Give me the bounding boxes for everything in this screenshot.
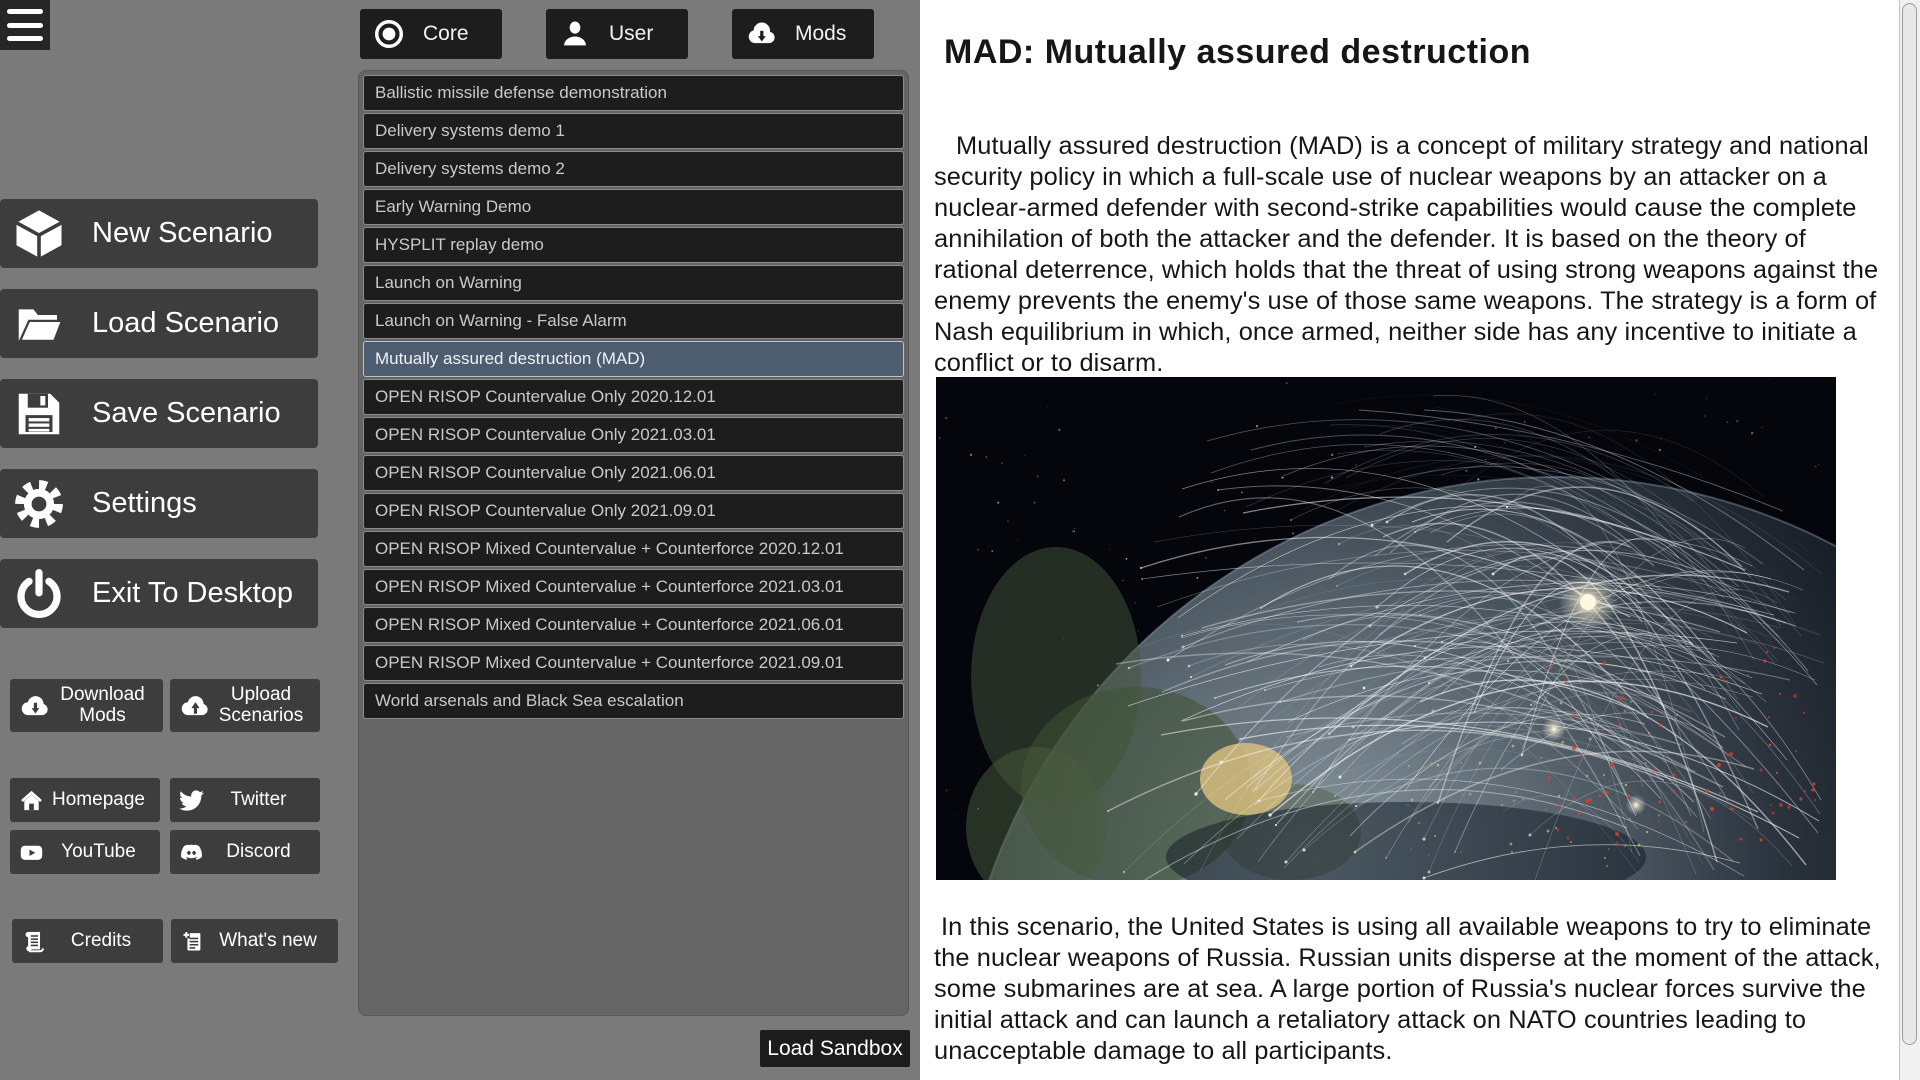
save-scenario-label: Save Scenario (92, 397, 281, 429)
new-scenario-label: New Scenario (92, 217, 273, 249)
list-item[interactable]: Ballistic missile defense demonstration (363, 75, 904, 111)
upload-scenarios-button[interactable]: Upload Scenarios (170, 679, 320, 732)
folder-open-icon (12, 297, 66, 351)
youtube-label: YouTube (61, 840, 136, 862)
exit-to-desktop-button[interactable]: Exit To Desktop (0, 559, 318, 628)
gear-icon (12, 477, 66, 531)
list-item-selected[interactable]: Mutually assured destruction (MAD) (363, 341, 904, 377)
homepage-label: Homepage (52, 788, 145, 810)
cloud-download-icon (745, 18, 777, 50)
load-scenario-label: Load Scenario (92, 307, 280, 339)
hamburger-icon (7, 8, 43, 14)
list-item[interactable]: Launch on Warning - False Alarm (363, 303, 904, 339)
tab-core-label: Core (423, 22, 469, 45)
list-item[interactable]: Early Warning Demo (363, 189, 904, 225)
credits-label: Credits (70, 929, 132, 951)
list-item[interactable]: OPEN RISOP Countervalue Only 2021.06.01 (363, 455, 904, 491)
upload-scenarios-label: Upload Scenarios (218, 683, 304, 726)
cloud-upload-icon (178, 690, 210, 722)
list-item[interactable]: OPEN RISOP Mixed Countervalue + Counterf… (363, 607, 904, 643)
list-item[interactable]: Delivery systems demo 2 (363, 151, 904, 187)
article-title: MAD: Mutually assured destruction (944, 33, 1532, 71)
twitter-icon (178, 787, 205, 814)
hamburger-menu-button[interactable] (0, 0, 50, 50)
homepage-button[interactable]: Homepage (10, 778, 160, 822)
tab-mods-label: Mods (795, 22, 847, 45)
list-item[interactable]: Delivery systems demo 1 (363, 113, 904, 149)
floppy-disk-icon (12, 387, 66, 441)
list-item[interactable]: OPEN RISOP Countervalue Only 2021.03.01 (363, 417, 904, 453)
tab-core[interactable]: Core (360, 9, 502, 59)
tab-user[interactable]: User (546, 9, 688, 59)
settings-button[interactable]: Settings (0, 469, 318, 538)
load-scenario-button[interactable]: Load Scenario (0, 289, 318, 358)
discord-icon (178, 839, 205, 866)
list-item[interactable]: World arsenals and Black Sea escalation (363, 683, 904, 719)
user-icon (559, 18, 591, 50)
hamburger-icon (7, 22, 43, 28)
twitter-label: Twitter (230, 788, 287, 810)
globe-missile-trails-image (936, 377, 1836, 880)
save-scenario-button[interactable]: Save Scenario (0, 379, 318, 448)
list-item[interactable]: HYSPLIT replay demo (363, 227, 904, 263)
whats-new-button[interactable]: What's new (171, 919, 338, 963)
list-item[interactable]: OPEN RISOP Mixed Countervalue + Counterf… (363, 645, 904, 681)
home-icon (18, 787, 45, 814)
hamburger-icon (7, 36, 43, 42)
download-mods-label: Download Mods (60, 683, 145, 726)
load-sandbox-button[interactable]: Load Sandbox (760, 1030, 910, 1067)
cube-icon (12, 207, 66, 261)
credits-button[interactable]: Credits (12, 919, 163, 963)
exit-to-desktop-label: Exit To Desktop (92, 577, 293, 609)
scenario-list[interactable]: Ballistic missile defense demonstration … (358, 70, 909, 1016)
discord-label: Discord (226, 840, 291, 862)
youtube-button[interactable]: YouTube (10, 830, 160, 874)
twitter-button[interactable]: Twitter (170, 778, 320, 822)
settings-label: Settings (92, 487, 197, 519)
article-paragraph: In this scenario, the United States is u… (934, 913, 1881, 1065)
scroll-icon (20, 928, 47, 955)
list-item[interactable]: OPEN RISOP Countervalue Only 2021.09.01 (363, 493, 904, 529)
article-paragraph: Mutually assured destruction (MAD) is a … (934, 132, 1879, 377)
power-icon (12, 567, 66, 621)
cloud-download-icon (18, 690, 50, 722)
document-plus-icon (179, 928, 206, 955)
list-item[interactable]: OPEN RISOP Countervalue Only 2020.12.01 (363, 379, 904, 415)
list-item[interactable]: OPEN RISOP Mixed Countervalue + Counterf… (363, 531, 904, 567)
youtube-icon (18, 839, 45, 866)
scenario-description-panel: MAD: Mutually assured destruction Mutual… (920, 0, 1920, 1080)
record-circle-icon (373, 18, 405, 50)
article-scrollbar-thumb[interactable] (1902, 3, 1917, 1045)
tab-user-label: User (609, 22, 654, 45)
discord-button[interactable]: Discord (170, 830, 320, 874)
new-scenario-button[interactable]: New Scenario (0, 199, 318, 268)
article-scrollbar-track[interactable] (1899, 0, 1920, 1080)
tab-mods[interactable]: Mods (732, 9, 874, 59)
download-mods-button[interactable]: Download Mods (10, 679, 163, 732)
list-item[interactable]: Launch on Warning (363, 265, 904, 301)
whats-new-label: What's new (219, 929, 317, 951)
list-item[interactable]: OPEN RISOP Mixed Countervalue + Counterf… (363, 569, 904, 605)
